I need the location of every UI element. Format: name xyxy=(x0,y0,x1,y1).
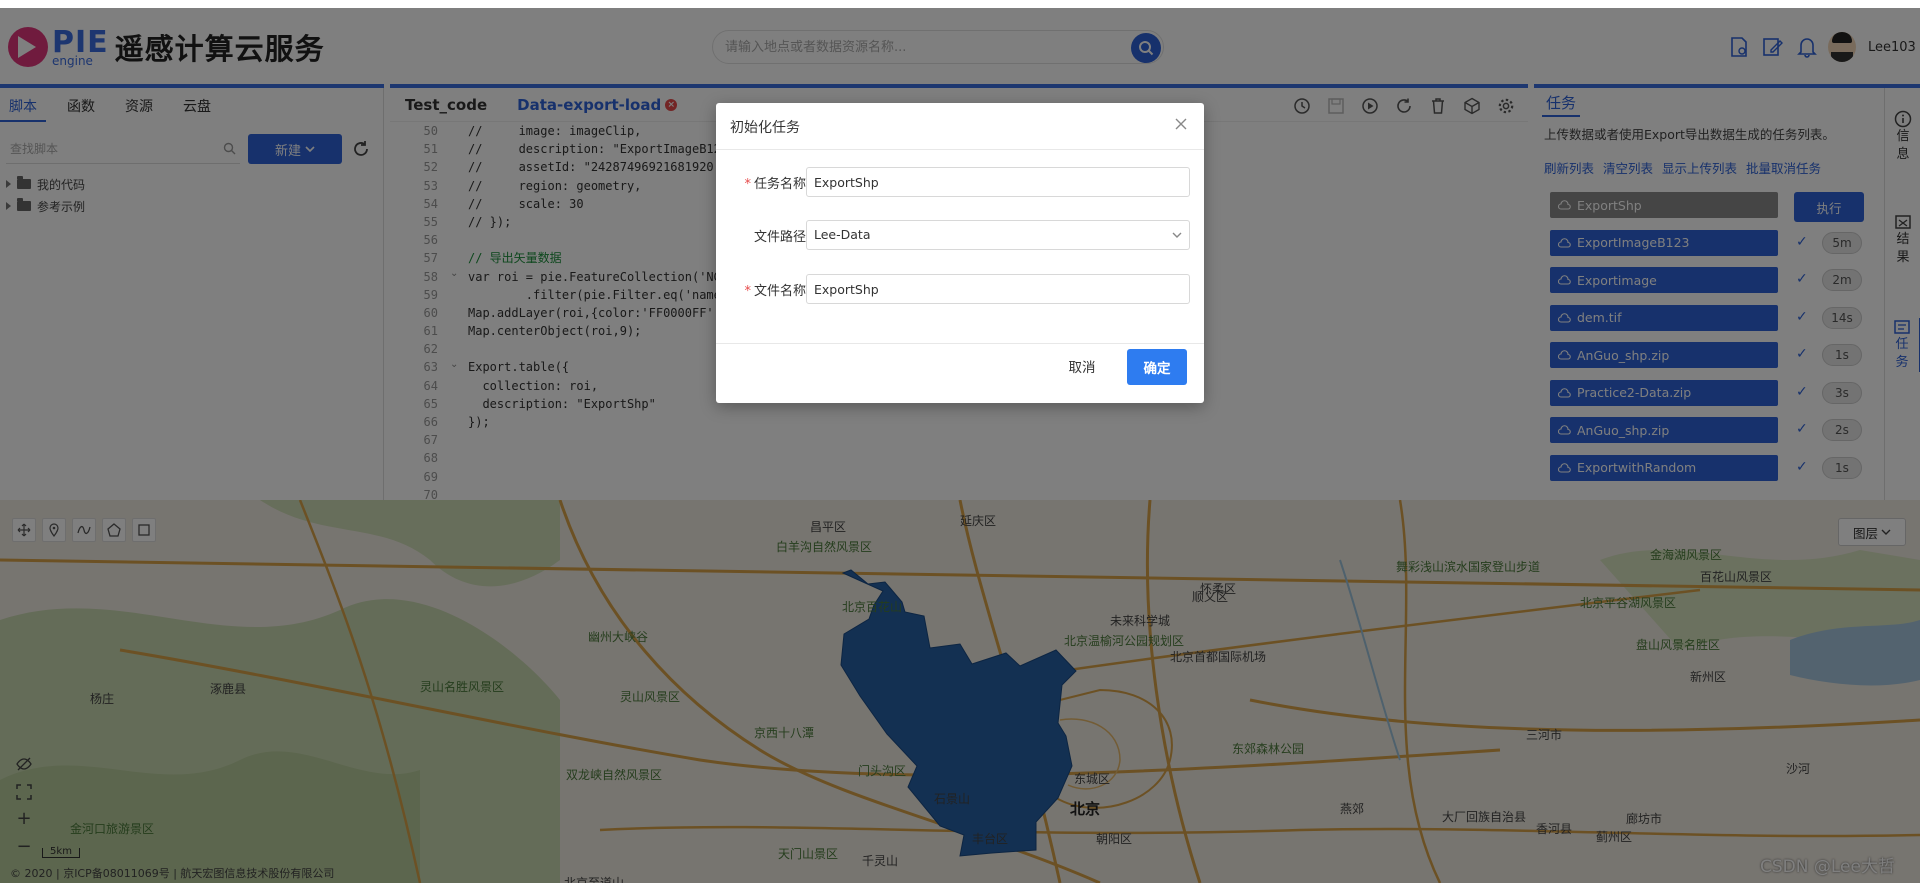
top-strip xyxy=(0,0,1920,8)
dialog-title: 初始化任务 xyxy=(730,120,800,136)
file-path-select[interactable]: Lee-Data xyxy=(806,220,1190,250)
init-task-dialog: 初始化任务 *任务名称 文件路径 Lee-Data *文件名称 取消 确定 xyxy=(716,103,1204,403)
task-name-input[interactable] xyxy=(806,167,1190,197)
close-icon xyxy=(1175,118,1187,130)
chevron-down-icon xyxy=(1172,232,1182,238)
file-name-label: * 文件名称 xyxy=(744,284,806,299)
file-path-row: 文件路径 Lee-Data xyxy=(716,220,1204,250)
cancel-button[interactable]: 取消 xyxy=(1054,349,1110,383)
dialog-header-divider xyxy=(716,149,1204,150)
dialog-footer-divider xyxy=(716,343,1204,344)
file-path-label: 文件路径 xyxy=(753,230,806,245)
task-name-row: * 任务名称 xyxy=(716,167,1204,197)
task-name-label: * 任务名称 xyxy=(744,177,806,192)
file-name-row: * 文件名称 xyxy=(716,274,1204,304)
file-name-input[interactable] xyxy=(806,274,1190,304)
dialog-close-button[interactable] xyxy=(1172,115,1190,133)
file-path-value: Lee-Data xyxy=(814,227,871,242)
confirm-button[interactable]: 确定 xyxy=(1127,349,1187,385)
